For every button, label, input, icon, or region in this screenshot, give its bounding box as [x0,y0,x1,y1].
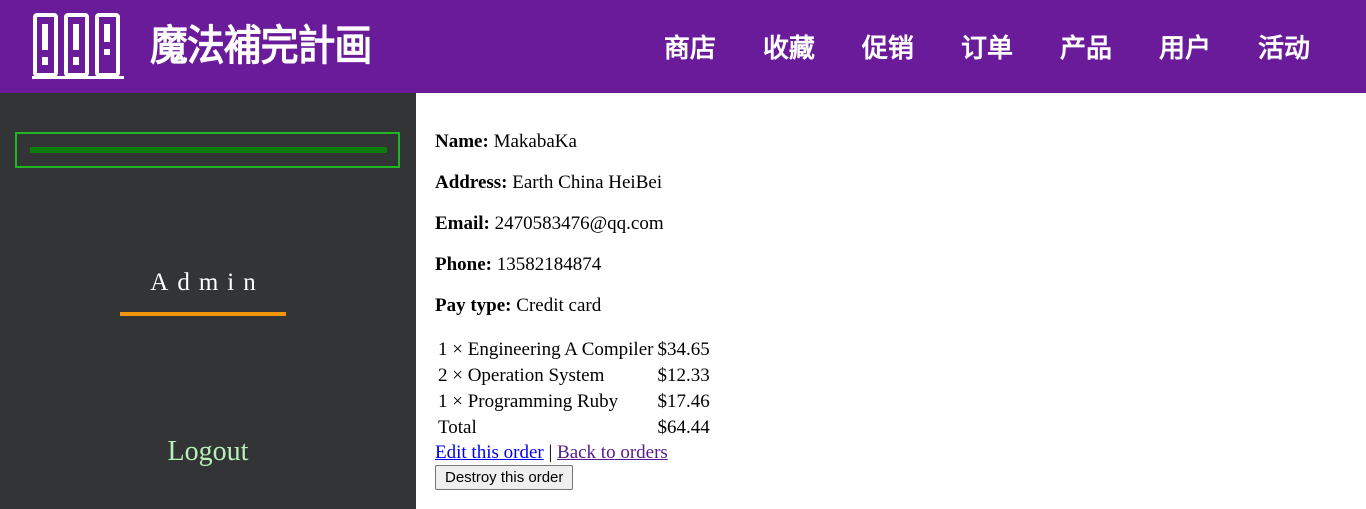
total-label: Total [438,417,477,438]
email-field: Email: 2470583476@qq.com [435,213,664,235]
phone-value: 13582184874 [496,254,602,275]
admin-label: Admin [150,269,265,296]
item-title: 1 × Programming Ruby [438,391,619,412]
nav-activities[interactable]: 活动 [1258,28,1310,65]
top-banner: 魔法補完計画 商店 收藏 促销 订单 产品 用户 活动 [0,0,1366,93]
nav-favorites[interactable]: 收藏 [763,28,815,65]
nav-products[interactable]: 产品 [1060,28,1112,65]
pay-type-label: Pay type: [435,295,512,316]
site-title: 魔法補完計画 [150,21,372,70]
total-value: $64.44 [657,417,710,438]
total-row: Total $64.44 [437,416,711,440]
books-logo-icon[interactable] [32,12,124,80]
destroy-order-button[interactable]: Destroy this order [435,465,574,490]
name-field: Name: MakabaKa [435,131,577,153]
progress-track [30,147,387,153]
item-price: $12.33 [657,365,710,386]
table-row: 1 × Engineering A Compiler $34.65 [437,338,711,362]
email-label: Email: [435,213,490,234]
nav-users[interactable]: 用户 [1159,28,1211,65]
address-value: Earth China HeiBei [512,172,663,193]
email-value: 2470583476@qq.com [494,213,664,234]
name-label: Name: [435,131,489,152]
logout-link[interactable]: Logout [0,436,416,468]
phone-field: Phone: 13582184874 [435,254,601,276]
address-field: Address: Earth China HeiBei [435,172,662,194]
nav-orders[interactable]: 订单 [961,28,1013,65]
order-actions: Edit this order | Back to orders [435,442,668,464]
table-row: 2 × Operation System $12.33 [437,364,711,388]
admin-underline [120,312,286,316]
address-label: Address: [435,172,508,193]
progress-bar [15,132,400,168]
line-items-table: 1 × Engineering A Compiler $34.65 2 × Op… [435,336,713,442]
nav-store[interactable]: 商店 [664,28,716,65]
main-nav: 商店 收藏 促销 订单 产品 用户 活动 [664,0,1310,93]
table-row: 1 × Programming Ruby $17.46 [437,390,711,414]
phone-label: Phone: [435,254,492,275]
pay-type-value: Credit card [516,295,602,316]
item-title: 1 × Engineering A Compiler [438,339,654,360]
sidebar: Admin Logout [0,93,416,509]
item-price: $17.46 [657,391,710,412]
item-title: 2 × Operation System [438,365,605,386]
name-value: MakabaKa [493,131,577,152]
progress-fill [30,147,387,153]
link-separator: | [548,442,553,463]
edit-order-link[interactable]: Edit this order [435,442,544,463]
pay-type-field: Pay type: Credit card [435,295,601,317]
item-price: $34.65 [657,339,710,360]
back-to-orders-link[interactable]: Back to orders [557,442,668,463]
nav-promotions[interactable]: 促销 [862,28,914,65]
